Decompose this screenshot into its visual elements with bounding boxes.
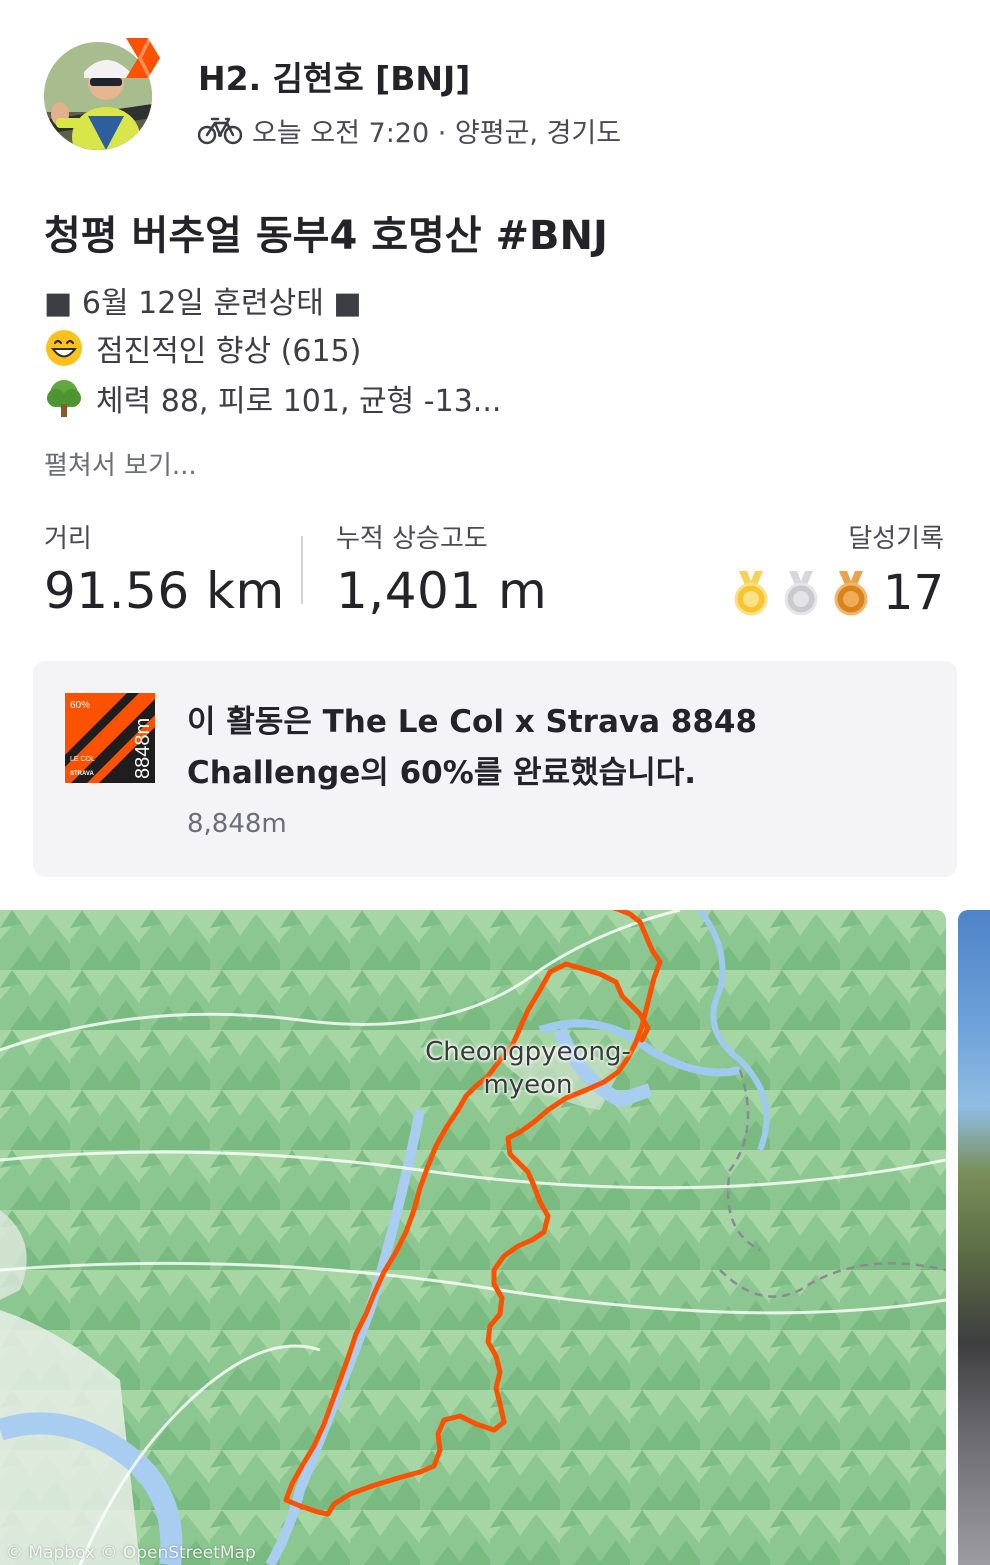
challenge-progress-card[interactable]: 60% LE COL STRAVA 8848m 이 활동은 The Le Col… <box>33 661 957 877</box>
badge-strava-text: STRAVA <box>70 771 94 777</box>
description-line-3: 체력 88, 피로 101, 균형 -13... <box>44 376 501 420</box>
bike-icon <box>198 117 242 145</box>
activity-title[interactable]: 청평 버추얼 동부4 호명산 #BNJ <box>44 203 608 261</box>
map-place-line-1: Cheongpyeong- <box>425 1037 631 1067</box>
achievements-summary[interactable]: 17 <box>719 568 944 618</box>
description-line-1: ■ 6월 12일 훈련상태 ■ <box>44 278 362 322</box>
achievements-label: 달성기록 <box>848 524 944 554</box>
grinning-face-emoji-icon <box>46 330 82 366</box>
athlete-name[interactable]: H2. 김현호 [BNJ] <box>198 52 470 100</box>
map-terrain <box>0 910 946 1565</box>
map-attribution[interactable]: © Mapbox © OpenStreetMap <box>6 1543 256 1563</box>
description-text: ■ 6월 12일 훈련상태 ■ <box>44 286 362 321</box>
route-map[interactable]: © Mapbox © OpenStreetMap <box>0 910 946 1565</box>
challenge-goal: 8,848m <box>187 809 287 839</box>
challenge-progress-text: 이 활동은 The Le Col x Strava 8848 Challenge… <box>187 704 758 791</box>
description-text: 체력 88, 피로 101, 균형 -13... <box>96 384 502 419</box>
expand-description-link[interactable]: 펼쳐서 보기... <box>44 445 197 482</box>
badge-brand-text: LE COL <box>70 756 95 763</box>
activity-date-location: 오늘 오전 7:20 · 양평군, 경기도 <box>252 117 622 149</box>
elevation-value: 1,401 m <box>336 562 548 620</box>
distance-label: 거리 <box>44 524 92 554</box>
badge-percent-text: 60% <box>70 700 90 711</box>
badge-height-text: 8848m <box>132 718 154 779</box>
activity-meta: 오늘 오전 7:20 · 양평군, 경기도 <box>198 110 621 150</box>
strava-subscriber-badge-icon <box>126 38 160 78</box>
gold-medal-icon <box>734 571 768 616</box>
activity-feed-card: H2. 김현호 [BNJ] 오늘 오전 7:20 · 양평군, 경기도 청평 버… <box>0 0 990 1565</box>
map-place-line-2: myeon <box>483 1070 573 1100</box>
description-line-2: 점진적인 향상 (615) <box>44 326 361 370</box>
silver-medal-icon <box>784 571 818 616</box>
tree-emoji-icon <box>47 380 81 417</box>
bronze-medal-icon <box>834 571 868 616</box>
achievements-count: 17 <box>882 565 944 621</box>
elevation-label: 누적 상승고도 <box>336 524 488 554</box>
distance-value: 91.56 km <box>44 562 285 620</box>
map-place-label: Cheongpyeong- myeon <box>418 1036 638 1102</box>
avatar[interactable] <box>44 38 160 154</box>
description-text: 점진적인 향상 (615) <box>96 334 362 369</box>
challenge-badge-icon: 60% LE COL STRAVA 8848m <box>65 693 155 783</box>
next-media-thumbnail[interactable] <box>958 910 990 1565</box>
stat-divider <box>301 536 303 604</box>
